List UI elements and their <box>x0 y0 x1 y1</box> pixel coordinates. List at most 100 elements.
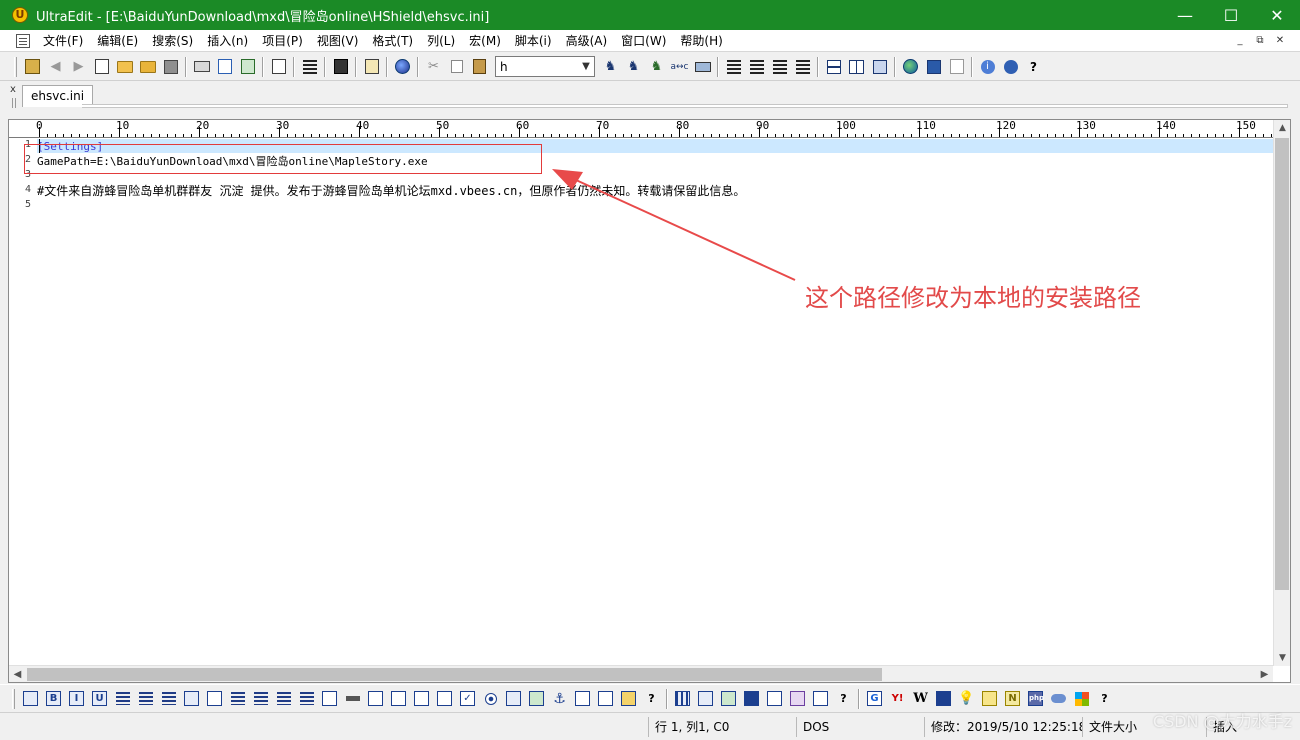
input-box-icon[interactable] <box>387 688 410 710</box>
save-icon[interactable] <box>159 56 182 78</box>
cascade-windows-icon[interactable] <box>868 56 891 78</box>
underline-button[interactable]: U <box>88 688 111 710</box>
div-icon[interactable] <box>318 688 341 710</box>
chevron-down-icon[interactable]: ▼ <box>578 61 594 72</box>
info-icon[interactable]: i <box>976 56 999 78</box>
vertical-scrollbar[interactable]: ▲ ▼ <box>1273 120 1290 666</box>
find-icon[interactable]: ♞ <box>599 56 622 78</box>
minimize-button[interactable]: — <box>1162 0 1208 30</box>
menu-column[interactable]: 列(L) <box>420 30 462 52</box>
lookup-help-button[interactable]: ? <box>1093 688 1116 710</box>
text-field-icon[interactable] <box>364 688 387 710</box>
spreadsheet-icon[interactable] <box>694 688 717 710</box>
menu-help[interactable]: 帮助(H) <box>673 30 729 52</box>
tab-grip[interactable] <box>12 98 16 108</box>
cut-icon[interactable]: ✂ <box>422 56 445 78</box>
php-search-icon[interactable]: php <box>1024 688 1047 710</box>
open-folder-icon[interactable] <box>113 56 136 78</box>
italic-button[interactable]: I <box>65 688 88 710</box>
word-wrap-icon[interactable] <box>298 56 321 78</box>
menu-script[interactable]: 脚本(i) <box>508 30 559 52</box>
heading-1-icon[interactable] <box>226 688 249 710</box>
close-button[interactable]: ✕ <box>1254 0 1300 30</box>
bold-button[interactable]: B <box>42 688 65 710</box>
image-icon[interactable] <box>525 688 548 710</box>
menu-advanced[interactable]: 高级(A) <box>559 30 615 52</box>
export-excel-icon[interactable] <box>236 56 259 78</box>
visual-studio-icon[interactable] <box>786 688 809 710</box>
preview-icon[interactable] <box>922 56 945 78</box>
menu-file[interactable]: 文件(F) <box>36 30 90 52</box>
help-button[interactable]: ? <box>1022 56 1045 78</box>
browser-globe-icon[interactable] <box>899 56 922 78</box>
textarea-icon[interactable] <box>433 688 456 710</box>
doc-minimize-button[interactable]: _ <box>1232 33 1248 49</box>
html-tag-icon[interactable] <box>19 688 42 710</box>
color-picker-icon[interactable] <box>594 688 617 710</box>
align-left-icon[interactable] <box>722 56 745 78</box>
n-search-icon[interactable]: N <box>1001 688 1024 710</box>
find-next-icon[interactable]: ♞ <box>622 56 645 78</box>
menu-search[interactable]: 搜索(S) <box>145 30 200 52</box>
dictionary-icon[interactable] <box>978 688 1001 710</box>
forward-arrow-icon[interactable]: ▶ <box>67 56 90 78</box>
radio-icon[interactable] <box>479 688 502 710</box>
menu-edit[interactable]: 编辑(E) <box>90 30 145 52</box>
image-placeholder-icon[interactable] <box>502 688 525 710</box>
toolbar-grip[interactable] <box>12 688 15 709</box>
replace-icon[interactable]: a↔c <box>668 56 691 78</box>
print-icon[interactable] <box>190 56 213 78</box>
menu-view[interactable]: 视图(V) <box>310 30 366 52</box>
paste-icon[interactable] <box>468 56 491 78</box>
document-icon[interactable] <box>16 33 30 48</box>
code-line[interactable]: #文件来自游蜂冒险岛单机群群友 沉淀 提供。发布于游蜂冒险岛单机论坛mxd.vb… <box>37 184 745 199</box>
doc-restore-button[interactable]: ⧉ <box>1252 33 1268 49</box>
copy-icon[interactable] <box>445 56 468 78</box>
check-script-icon[interactable] <box>809 688 832 710</box>
menu-macro[interactable]: 宏(M) <box>462 30 508 52</box>
menu-insert[interactable]: 插入(n) <box>200 30 255 52</box>
scroll-up-icon[interactable]: ▲ <box>1274 120 1291 136</box>
options-icon[interactable] <box>21 56 44 78</box>
scroll-left-icon[interactable]: ◀ <box>9 666 26 683</box>
line-ending-status[interactable]: DOS <box>796 717 922 737</box>
numbered-list-icon[interactable] <box>157 688 180 710</box>
validate-icon[interactable] <box>717 688 740 710</box>
bulleted-list-icon[interactable] <box>134 688 157 710</box>
find-prev-icon[interactable]: ♞ <box>645 56 668 78</box>
scroll-down-icon[interactable]: ▼ <box>1274 650 1291 666</box>
menu-window[interactable]: 窗口(W) <box>614 30 673 52</box>
vertical-scroll-thumb[interactable] <box>1275 138 1289 590</box>
search-input[interactable] <box>500 59 576 74</box>
split-horizontal-icon[interactable] <box>822 56 845 78</box>
open-recent-folder-icon[interactable] <box>136 56 159 78</box>
msdn-search-icon[interactable] <box>932 688 955 710</box>
checkbox-icon[interactable]: ✓ <box>456 688 479 710</box>
print-preview-icon[interactable] <box>213 56 236 78</box>
google-search-icon[interactable]: G <box>863 688 886 710</box>
tools-help-button[interactable]: ? <box>832 688 855 710</box>
back-arrow-icon[interactable]: ◀ <box>44 56 67 78</box>
scroll-right-icon[interactable]: ▶ <box>1256 666 1273 683</box>
html-help-button[interactable]: ? <box>640 688 663 710</box>
heading-2-icon[interactable] <box>249 688 272 710</box>
wikipedia-search-icon[interactable]: W <box>909 688 932 710</box>
paragraph-icon[interactable] <box>111 688 134 710</box>
hex-mode-icon[interactable] <box>329 56 352 78</box>
lightbulb-icon[interactable]: 💡 <box>955 688 978 710</box>
new-file-icon[interactable] <box>90 56 113 78</box>
doc-close-button[interactable]: ✕ <box>1272 33 1288 49</box>
split-vertical-icon[interactable] <box>845 56 868 78</box>
windows-search-icon[interactable] <box>1070 688 1093 710</box>
context-help-icon[interactable] <box>999 56 1022 78</box>
hr-icon[interactable] <box>341 688 364 710</box>
toggle-icon[interactable] <box>945 56 968 78</box>
special-char-icon[interactable] <box>571 688 594 710</box>
anchor-icon[interactable]: ⚓ <box>548 688 571 710</box>
yahoo-search-icon[interactable]: Y! <box>886 688 909 710</box>
heading-4-icon[interactable] <box>295 688 318 710</box>
table-icon[interactable] <box>617 688 640 710</box>
id-icon[interactable] <box>740 688 763 710</box>
file-list-icon[interactable] <box>360 56 383 78</box>
justify-icon[interactable] <box>791 56 814 78</box>
